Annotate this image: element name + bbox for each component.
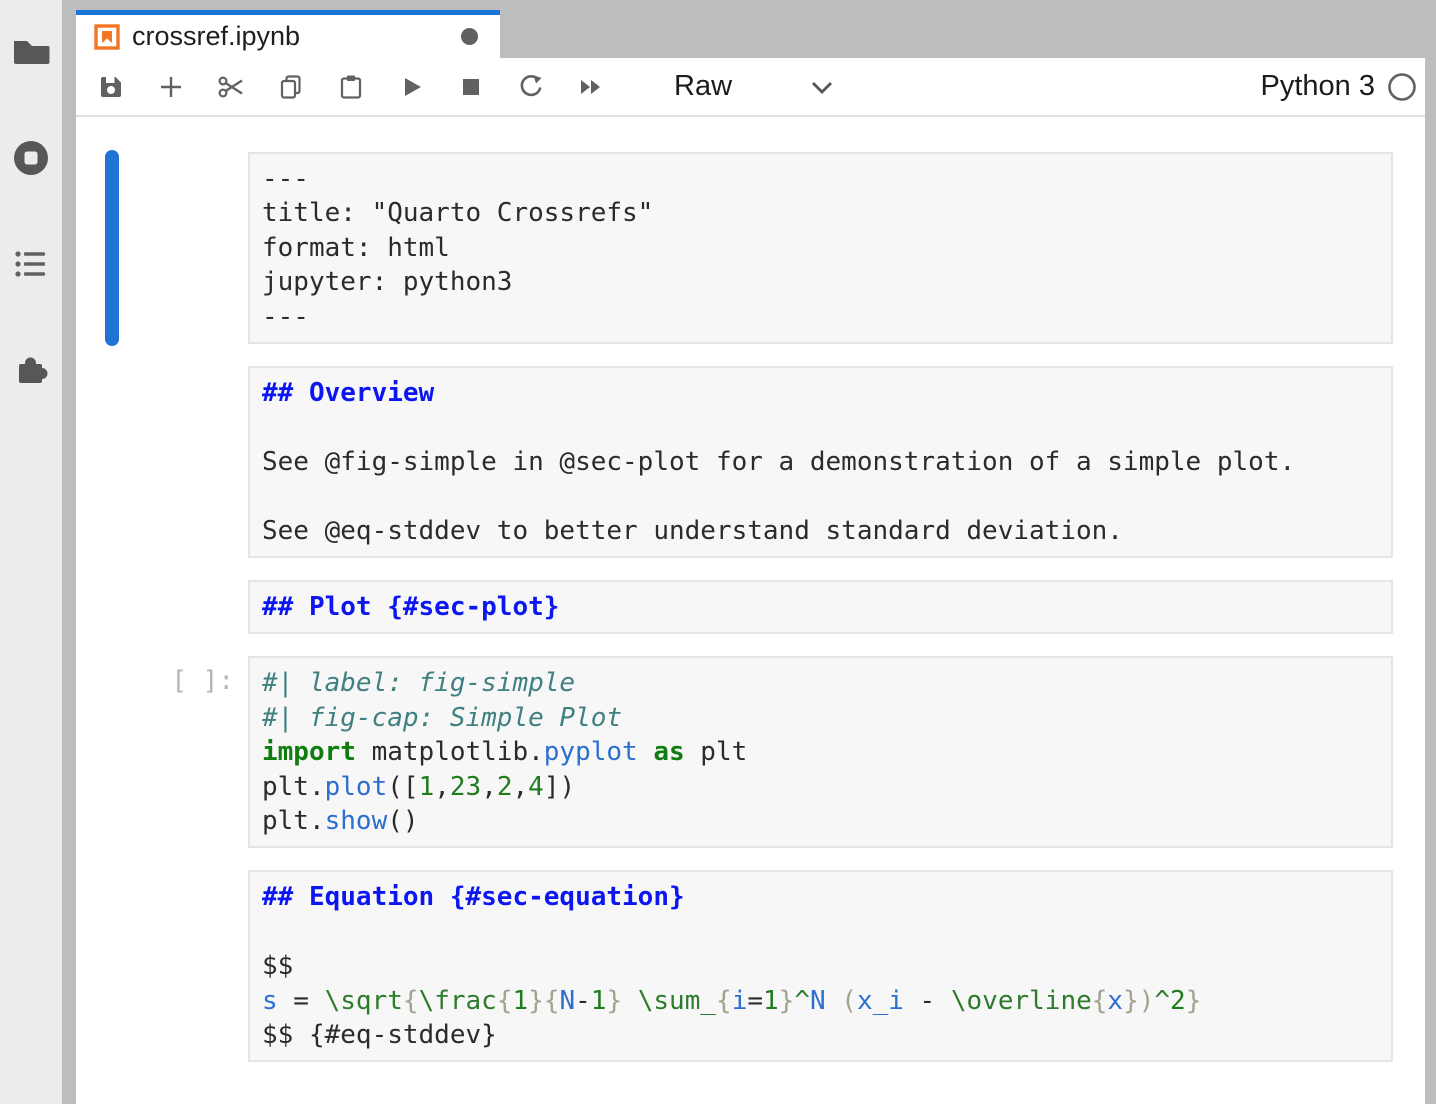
table-of-contents-icon[interactable] [11, 244, 51, 284]
cell-editor-raw[interactable]: ---title: "Quarto Crossrefs"format: html… [248, 152, 1393, 344]
folder-icon[interactable] [11, 32, 51, 72]
cell-list: ---title: "Quarto Crossrefs"format: html… [76, 152, 1425, 1062]
jupyterlab-window: crossref.ipynb [0, 0, 1436, 1104]
cell-editor-markdown[interactable]: ## Equation {#sec-equation}$$s = \sqrt{\… [248, 870, 1393, 1062]
cell-editor-code[interactable]: #| label: fig-simple#| fig-cap: Simple P… [248, 656, 1393, 848]
running-kernels-icon[interactable] [11, 138, 51, 178]
restart-run-all-icon [578, 74, 604, 100]
activity-sidebar [0, 0, 62, 1104]
cell-row-markdown: ## Equation {#sec-equation}$$s = \sqrt{\… [76, 870, 1393, 1062]
restart-kernel-icon [518, 74, 544, 100]
paste-cell-icon [338, 74, 364, 100]
selected-cell-bar[interactable] [105, 150, 119, 346]
cell-prompt [76, 152, 248, 344]
sidebar-divider-strip [62, 0, 76, 1104]
cell-type-value: Raw [674, 70, 732, 103]
cell-type-dropdown[interactable]: Raw [674, 70, 834, 103]
kernel-name: Python 3 [1261, 70, 1375, 103]
run-button[interactable] [398, 74, 424, 100]
notebook-toolbar: Raw Python 3 [76, 58, 1425, 117]
right-edge-strip [1425, 0, 1436, 1104]
cut-cell-button[interactable] [218, 74, 244, 100]
copy-cell-icon [278, 74, 304, 100]
chevron-down-icon [810, 79, 834, 95]
run-icon [398, 74, 424, 100]
cell-editor-markdown[interactable]: ## OverviewSee @fig-simple in @sec-plot … [248, 366, 1393, 558]
add-cell-button[interactable] [158, 74, 184, 100]
save-button[interactable] [98, 74, 124, 100]
cell-row-markdown: ## OverviewSee @fig-simple in @sec-plot … [76, 366, 1393, 558]
kernel-indicator[interactable]: Python 3 [1261, 70, 1425, 103]
cell-prompt [76, 580, 248, 634]
main-panel: crossref.ipynb [76, 0, 1425, 1104]
tab-title: crossref.ipynb [132, 21, 300, 52]
extensions-icon[interactable] [11, 350, 51, 390]
kernel-idle-circle [1387, 72, 1417, 102]
cell-row-markdown: ## Plot {#sec-plot} [76, 580, 1393, 634]
cell-prompt: [ ]: [76, 656, 248, 848]
restart-run-all-button[interactable] [578, 74, 604, 100]
restart-kernel-button[interactable] [518, 74, 544, 100]
cell-prompt [76, 870, 248, 1062]
cell-prompt [76, 366, 248, 558]
notebook-icon [94, 23, 120, 51]
tab-bar: crossref.ipynb [76, 0, 1425, 58]
copy-cell-button[interactable] [278, 74, 304, 100]
stop-button[interactable] [458, 74, 484, 100]
add-cell-icon [158, 74, 184, 100]
cell-row-raw: ---title: "Quarto Crossrefs"format: html… [76, 152, 1393, 344]
unsaved-changes-dot[interactable] [461, 28, 478, 45]
cell-editor-markdown[interactable]: ## Plot {#sec-plot} [248, 580, 1393, 634]
paste-cell-button[interactable] [338, 74, 364, 100]
tab-crossref-ipynb[interactable]: crossref.ipynb [76, 10, 500, 58]
notebook-scroll-area[interactable]: ---title: "Quarto Crossrefs"format: html… [76, 117, 1425, 1104]
cut-cell-icon [218, 74, 244, 100]
save-icon [98, 74, 124, 100]
cell-row-code: [ ]:#| label: fig-simple#| fig-cap: Simp… [76, 656, 1393, 848]
stop-icon [458, 74, 484, 100]
